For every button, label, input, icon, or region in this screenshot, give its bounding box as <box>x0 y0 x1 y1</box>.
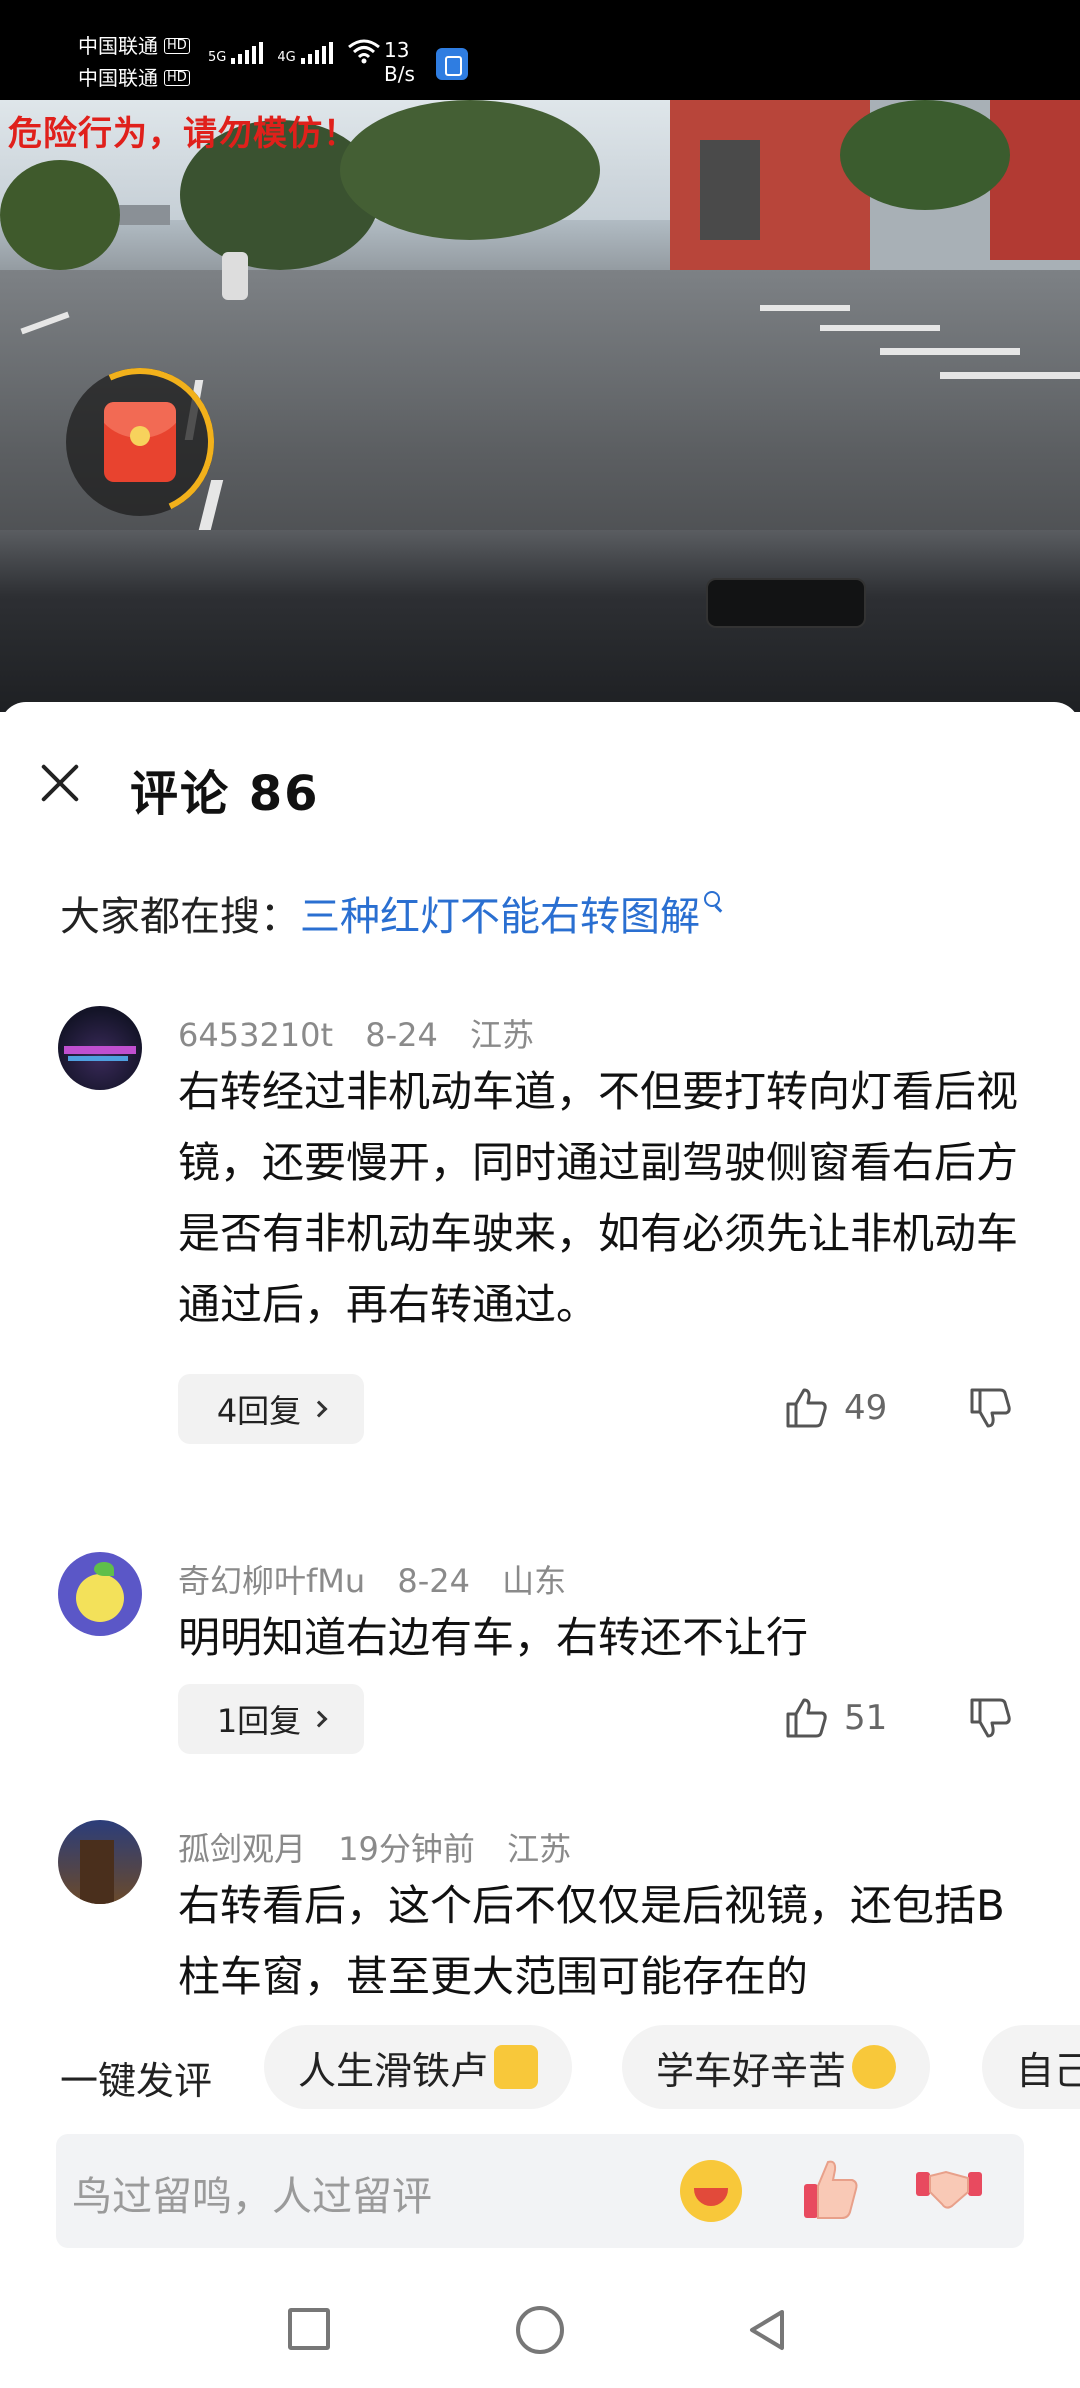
quick-comment-chip[interactable]: 自己 <box>982 2025 1080 2109</box>
red-envelope-button[interactable] <box>45 347 235 537</box>
comment-meta: 孤剑观月 19分钟前 江苏 <box>178 1824 593 1870</box>
comment-text[interactable]: 右转经过非机动车道，不但要打转向灯看后视镜，还要慢开，同时通过副驾驶侧窗看右后方… <box>178 1056 1018 1340</box>
comment-meta: 6453210t 8-24 江苏 <box>178 1010 556 1056</box>
like-button[interactable]: 49 <box>784 1386 887 1430</box>
comment-text[interactable]: 右转看后，这个后不仅仅是后视镜，还包括B柱车窗，甚至更大范围可能存在的 <box>178 1870 1018 2012</box>
warning-overlay-text: 危险行为，请勿模仿！ <box>8 114 358 154</box>
back-button[interactable] <box>744 2306 792 2354</box>
avatar[interactable] <box>58 1552 142 1636</box>
red-envelope-icon <box>104 402 176 482</box>
avatar[interactable] <box>58 1820 142 1904</box>
comment-username[interactable]: 孤剑观月 <box>178 1830 306 1868</box>
signal-5g-icon: 5G <box>208 42 264 64</box>
close-icon[interactable] <box>38 760 82 804</box>
chevron-right-icon <box>310 1400 328 1418</box>
comments-title: 评论 86 <box>130 766 320 822</box>
comment-item: 孤剑观月 19分钟前 江苏 右转看后，这个后不仅仅是后视镜，还包括B柱车窗，甚至… <box>0 1806 1080 2016</box>
comment-date: 19分钟前 <box>338 1830 475 1868</box>
view-replies-button[interactable]: 1回复 <box>178 1684 364 1754</box>
comment-region: 江苏 <box>470 1016 535 1054</box>
carrier-name-2: 中国联通 <box>78 66 158 90</box>
carrier-info: 中国联通 HD 中国联通 HD <box>78 30 190 94</box>
comment-username[interactable]: 奇幻柳叶fMu <box>178 1562 365 1600</box>
comment-input[interactable]: 鸟过留鸣，人过留评 <box>56 2134 1024 2248</box>
carrier-name-1: 中国联通 <box>78 34 158 58</box>
comment-date: 8-24 <box>365 1016 438 1054</box>
comment-input-placeholder: 鸟过留鸣，人过留评 <box>72 2174 432 2220</box>
comment-region: 江苏 <box>507 1830 572 1868</box>
quick-comment-chip[interactable]: 学车好辛苦 <box>622 2025 931 2109</box>
thumbs-up-icon <box>786 1388 827 1428</box>
trees <box>0 160 120 270</box>
thumbs-down-icon[interactable] <box>968 1696 1012 1740</box>
hd-badge: HD <box>164 70 190 86</box>
trending-search-link[interactable]: 三种红灯不能右转图解 <box>300 884 700 942</box>
chevron-right-icon <box>310 1710 328 1728</box>
comment-region: 山东 <box>502 1562 567 1600</box>
video-player[interactable]: 危险行为，请勿模仿！ <box>0 100 1080 712</box>
like-count: 49 <box>844 1388 888 1428</box>
comment-username[interactable]: 6453210t <box>178 1016 333 1054</box>
network-speed: 13 B/s <box>384 38 415 86</box>
wifi-icon <box>347 39 380 64</box>
avatar[interactable] <box>58 1006 142 1090</box>
thumbs-down-icon[interactable] <box>968 1386 1012 1430</box>
search-icon <box>704 891 720 907</box>
comment-meta: 奇幻柳叶fMu 8-24 山东 <box>178 1556 588 1602</box>
handshake-emoji-icon[interactable] <box>916 2162 982 2216</box>
signal-4g-icon: 4G <box>277 42 333 64</box>
quick-comment-chip[interactable]: 人生滑铁卢 <box>264 2025 573 2109</box>
signal-icons: 5G 4G <box>208 38 381 64</box>
quick-comment-bar: 一键发评 人生滑铁卢 学车好辛苦 自己 <box>0 2020 1080 2120</box>
like-button[interactable]: 51 <box>784 1696 887 1740</box>
trending-search: 大家都在搜： 三种红灯不能右转图解 <box>60 884 720 942</box>
view-replies-button[interactable]: 4回复 <box>178 1374 364 1444</box>
like-count: 51 <box>844 1698 888 1738</box>
dashboard-device <box>706 578 866 628</box>
app-notification-icon <box>436 48 468 80</box>
comment-date: 8-24 <box>397 1562 470 1600</box>
thumbs-up-icon <box>786 1698 827 1738</box>
thumbs-up-emoji-icon <box>494 2045 539 2089</box>
crying-emoji-icon <box>852 2045 897 2089</box>
recents-button[interactable] <box>288 2308 330 2350</box>
home-button[interactable] <box>516 2306 564 2354</box>
comment-text[interactable]: 明明知道右边有车，右转还不让行 <box>178 1602 1018 1673</box>
hd-badge: HD <box>164 38 190 54</box>
system-nav-bar <box>0 2270 1080 2388</box>
thumbs-up-emoji-icon[interactable] <box>800 2156 860 2222</box>
quick-comment-label: 一键发评 <box>60 2059 213 2103</box>
car-dashboard <box>0 530 1080 712</box>
laughing-emoji-icon[interactable] <box>680 2160 742 2222</box>
trending-search-label: 大家都在搜： <box>60 894 300 940</box>
motorcyclist <box>222 252 248 300</box>
status-bar: 中国联通 HD 中国联通 HD 5G 4G 13 B/s <box>0 0 1080 100</box>
